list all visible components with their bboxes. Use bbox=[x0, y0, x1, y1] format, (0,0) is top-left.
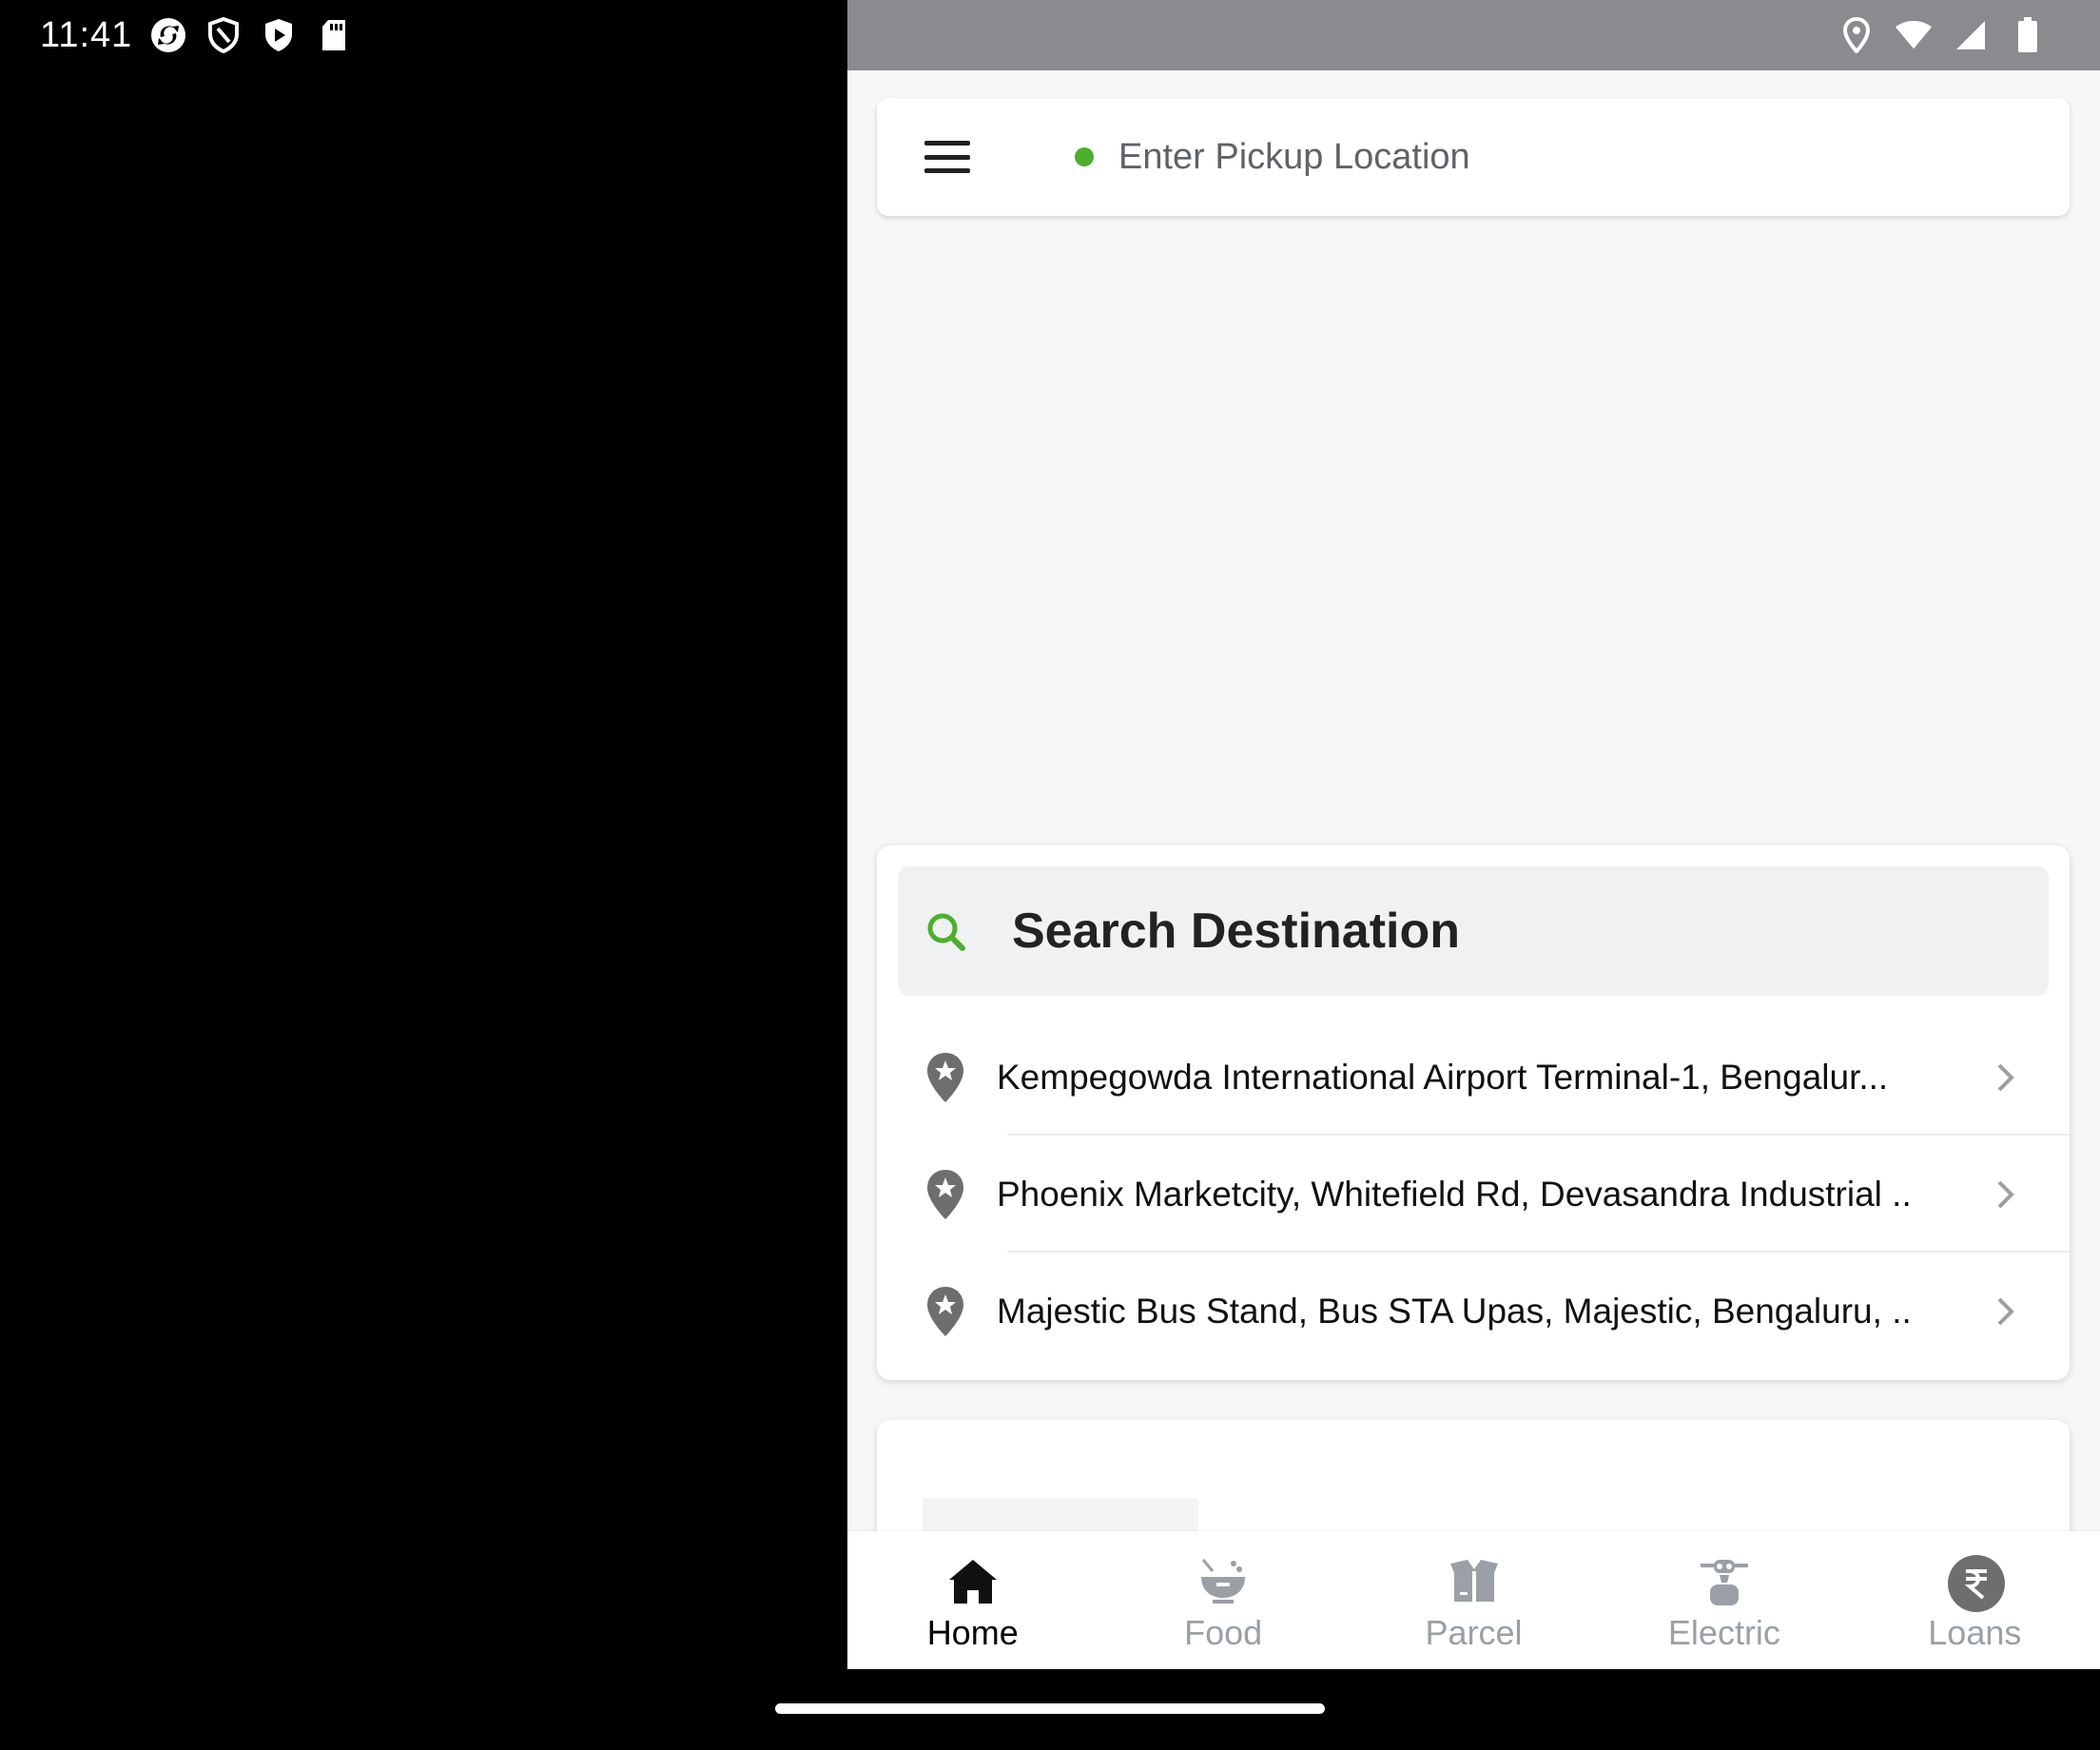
starred-pin-icon bbox=[924, 1051, 966, 1104]
search-destination-label: Search Destination bbox=[1012, 904, 1461, 959]
nav-home-label: Home bbox=[926, 1613, 1019, 1652]
nav-parcel-label: Parcel bbox=[1425, 1613, 1523, 1652]
nav-loans[interactable]: Loans bbox=[1850, 1531, 2100, 1669]
recent-destination-label: Phoenix Marketcity, Whitefield Rd, Devas… bbox=[997, 1175, 1910, 1214]
pickup-location-card[interactable]: Enter Pickup Location bbox=[877, 98, 2070, 216]
starred-pin-icon bbox=[924, 1285, 966, 1338]
recent-destination-label: Kempegowda International Airport Termina… bbox=[997, 1058, 1889, 1097]
recent-destination-item[interactable]: Phoenix Marketcity, Whitefield Rd, Devas… bbox=[877, 1137, 2070, 1253]
chevron-right-icon bbox=[1994, 1060, 2017, 1095]
home-icon bbox=[945, 1554, 1001, 1609]
nav-electric[interactable]: Electric bbox=[1599, 1531, 1849, 1669]
nav-food[interactable]: Food bbox=[1098, 1531, 1348, 1669]
menu-icon[interactable] bbox=[924, 141, 970, 173]
nav-food-label: Food bbox=[1184, 1613, 1263, 1652]
status-bar-left: 11:41 bbox=[0, 0, 847, 70]
app-panel: Enter Pickup Location Search Destination… bbox=[847, 0, 2100, 1669]
nav-home[interactable]: Home bbox=[847, 1531, 1098, 1669]
nav-electric-label: Electric bbox=[1667, 1613, 1780, 1652]
pickup-dot-icon bbox=[1075, 147, 1094, 166]
rupee-icon bbox=[1947, 1554, 2006, 1612]
status-bar-right bbox=[847, 0, 2100, 70]
bottom-navigation: Home Food Parcel Electric Loans bbox=[847, 1531, 2100, 1669]
shield-icon bbox=[204, 16, 243, 54]
play-shield-icon bbox=[260, 16, 298, 54]
parcel-box-icon bbox=[1447, 1554, 1502, 1609]
recent-destination-label: Majestic Bus Stand, Bus STA Upas, Majest… bbox=[997, 1292, 1910, 1331]
recent-destination-item[interactable]: Majestic Bus Stand, Bus STA Upas, Majest… bbox=[877, 1254, 2070, 1370]
pickup-location-input[interactable]: Enter Pickup Location bbox=[1118, 137, 1470, 178]
sd-card-icon bbox=[315, 16, 353, 54]
divider bbox=[1007, 1251, 2070, 1253]
screen: 11:41 Enter Pickup Location Search Desti… bbox=[0, 0, 2100, 1750]
location-icon bbox=[1838, 16, 1876, 54]
electric-scooter-icon bbox=[1697, 1554, 1752, 1609]
food-bowl-icon bbox=[1196, 1554, 1251, 1609]
status-time: 11:41 bbox=[40, 14, 133, 55]
search-destination-input[interactable]: Search Destination bbox=[898, 866, 2049, 996]
sync-icon bbox=[149, 16, 187, 54]
search-icon bbox=[924, 910, 966, 952]
battery-icon bbox=[2009, 16, 2047, 54]
signal-icon bbox=[1952, 16, 1990, 54]
chevron-right-icon bbox=[1994, 1294, 2017, 1329]
nav-parcel[interactable]: Parcel bbox=[1349, 1531, 1599, 1669]
gesture-home-indicator[interactable] bbox=[775, 1703, 1325, 1714]
recent-destination-item[interactable]: Kempegowda International Airport Termina… bbox=[877, 1020, 2070, 1136]
divider bbox=[1007, 1134, 2070, 1136]
chevron-right-icon bbox=[1994, 1177, 2017, 1212]
wifi-icon bbox=[1895, 16, 1933, 54]
nav-loans-label: Loans bbox=[1928, 1613, 2022, 1652]
starred-pin-icon bbox=[924, 1168, 966, 1221]
destination-card: Search Destination Kempegowda Internatio… bbox=[877, 846, 2070, 1380]
